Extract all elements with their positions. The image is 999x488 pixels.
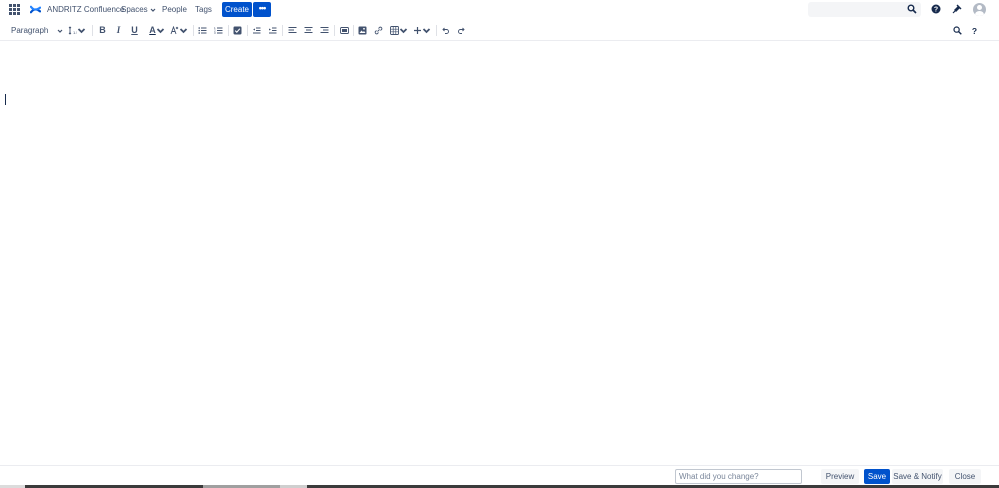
chevron-down-icon (156, 28, 164, 34)
text-color-button[interactable]: A (148, 25, 166, 36)
redo-button[interactable] (457, 25, 466, 36)
close-button[interactable]: Close (949, 469, 981, 484)
insert-table-button[interactable] (390, 25, 408, 36)
find-replace-button[interactable] (953, 25, 962, 36)
bullet-list-button[interactable] (198, 25, 207, 36)
align-left-icon (288, 27, 297, 33)
svg-text:?: ? (972, 26, 977, 35)
clear-format-icon (170, 26, 179, 35)
redo-icon (458, 27, 465, 34)
image-icon (358, 26, 367, 35)
insert-link-button[interactable] (374, 25, 383, 36)
link-icon (374, 26, 383, 35)
chevron-down-icon (399, 28, 408, 34)
paragraph-style-select[interactable]: Paragraph (11, 25, 63, 36)
search-icon[interactable] (907, 4, 917, 14)
toolbar-divider (334, 25, 335, 36)
save-button[interactable]: Save (864, 469, 890, 484)
help-icon[interactable]: ? (931, 4, 941, 14)
chevron-down-icon (422, 28, 431, 34)
preview-button[interactable]: Preview (821, 469, 859, 484)
nav-people-link[interactable]: People (162, 4, 187, 16)
confluence-logo-icon[interactable] (30, 4, 41, 15)
toolbar-divider (193, 25, 194, 36)
create-more-button[interactable]: ••• (253, 2, 271, 17)
chevron-down-icon (57, 29, 63, 33)
chevron-down-icon (150, 8, 156, 12)
align-center-icon (304, 27, 313, 33)
top-navigation-bar: ANDRITZ Confluence Spaces People Tags Cr… (0, 0, 999, 20)
toolbar-divider (436, 25, 437, 36)
toolbar-divider (353, 25, 354, 36)
insert-image-button[interactable] (358, 25, 367, 36)
line-height-icon: 1.5 (68, 26, 77, 35)
toolbar-divider (92, 25, 93, 36)
align-center-button[interactable] (304, 25, 313, 36)
bold-button[interactable]: B (98, 25, 107, 36)
layout-button[interactable] (339, 25, 349, 36)
task-list-icon (233, 26, 242, 35)
indent-icon (269, 27, 277, 34)
underline-button[interactable]: U (130, 25, 139, 36)
task-list-button[interactable] (233, 25, 242, 36)
outdent-icon (253, 27, 261, 34)
editor-help-button[interactable]: ? (970, 25, 979, 36)
align-right-icon (320, 27, 329, 33)
italic-button[interactable]: I (114, 25, 123, 36)
undo-icon (442, 27, 449, 34)
svg-text:3: 3 (214, 31, 216, 35)
chevron-down-icon (179, 28, 188, 34)
toolbar-divider (247, 25, 248, 36)
text-cursor (5, 94, 6, 105)
help-icon: ? (972, 26, 977, 35)
avatar-icon[interactable] (973, 3, 986, 16)
notifications-icon[interactable] (952, 4, 962, 14)
change-comment-input[interactable] (675, 469, 802, 484)
clear-format-button[interactable] (170, 25, 188, 36)
numbered-list-icon: 123 (214, 26, 223, 35)
paragraph-style-label: Paragraph (11, 26, 49, 35)
nav-spaces-menu[interactable]: Spaces (121, 4, 156, 16)
bullet-list-icon (198, 27, 207, 34)
outdent-button[interactable] (252, 25, 261, 36)
product-name[interactable]: ANDRITZ Confluence (47, 4, 124, 16)
undo-button[interactable] (441, 25, 450, 36)
align-left-button[interactable] (288, 25, 297, 36)
layout-icon (339, 27, 349, 34)
create-button[interactable]: Create (222, 2, 252, 17)
search-input[interactable] (808, 2, 921, 17)
table-icon (390, 26, 399, 35)
toolbar-divider (228, 25, 229, 36)
chevron-down-icon (77, 28, 86, 34)
nav-tags-link[interactable]: Tags (195, 4, 212, 16)
save-and-notify-button[interactable]: Save & Notify (892, 469, 943, 484)
insert-more-button[interactable] (413, 25, 431, 36)
editor-content-area[interactable] (0, 42, 999, 465)
numbered-list-button[interactable]: 123 (214, 25, 223, 36)
indent-button[interactable] (268, 25, 277, 36)
toolbar-divider (282, 25, 283, 36)
find-replace-icon (953, 26, 962, 35)
editor-footer: Preview Save Save & Notify Close (0, 465, 999, 485)
app-switcher-icon[interactable] (9, 4, 20, 15)
editor-toolbar: Paragraph 1.5 B I U A 123 (0, 21, 999, 41)
nav-spaces-label: Spaces (121, 5, 148, 14)
insert-more-icon (414, 27, 421, 34)
svg-text:?: ? (934, 7, 938, 14)
align-right-button[interactable] (320, 25, 329, 36)
line-height-button[interactable]: 1.5 (68, 25, 86, 36)
